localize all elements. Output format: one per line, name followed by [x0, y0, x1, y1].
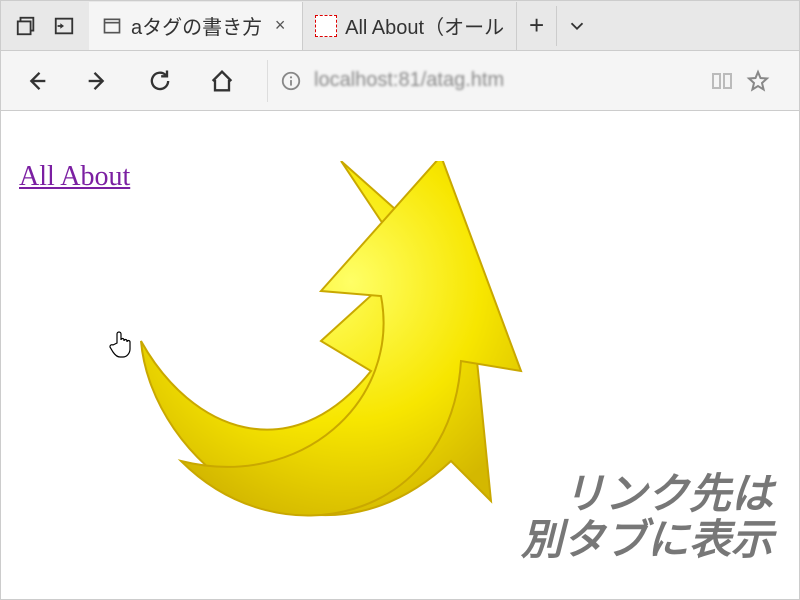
- annotation-line1: リンク先は: [521, 471, 773, 517]
- annotation-line2: 別タブに表示: [521, 517, 773, 563]
- tab-title-label: aタグの書き方: [131, 11, 262, 40]
- info-icon[interactable]: [278, 68, 304, 94]
- back-button[interactable]: [19, 64, 53, 98]
- address-bar[interactable]: localhost:81/atag.htm: [267, 60, 781, 102]
- windows-cascade-icon[interactable]: [11, 11, 41, 41]
- page-content: All About: [1, 111, 799, 599]
- reading-view-icon[interactable]: [709, 68, 735, 94]
- home-button[interactable]: [205, 64, 239, 98]
- refresh-button[interactable]: [143, 64, 177, 98]
- forward-button[interactable]: [81, 64, 115, 98]
- window-controls: [1, 11, 89, 41]
- favorite-star-icon[interactable]: [745, 68, 771, 94]
- browser-window: aタグの書き方 × All About（オール + loca: [0, 0, 800, 600]
- annotation-arrow-icon: [121, 161, 581, 591]
- favicon-icon: [315, 15, 337, 37]
- tab-aside-icon[interactable]: [49, 11, 79, 41]
- tab-active[interactable]: aタグの書き方 ×: [89, 2, 303, 50]
- tab-title-label: All About（オール: [345, 11, 504, 40]
- hand-cursor-icon: [109, 329, 135, 359]
- annotation-text: リンク先は 別タブに表示: [521, 471, 773, 563]
- page-icon: [101, 15, 123, 37]
- page-link[interactable]: All About: [19, 161, 130, 192]
- tab-strip: aタグの書き方 × All About（オール +: [1, 1, 799, 51]
- new-tab-button[interactable]: +: [517, 6, 557, 46]
- tab-inactive[interactable]: All About（オール: [303, 2, 517, 50]
- toolbar: localhost:81/atag.htm: [1, 51, 799, 111]
- url-text: localhost:81/atag.htm: [314, 69, 699, 92]
- tab-overflow-button[interactable]: [557, 6, 597, 46]
- close-icon[interactable]: ×: [270, 16, 290, 36]
